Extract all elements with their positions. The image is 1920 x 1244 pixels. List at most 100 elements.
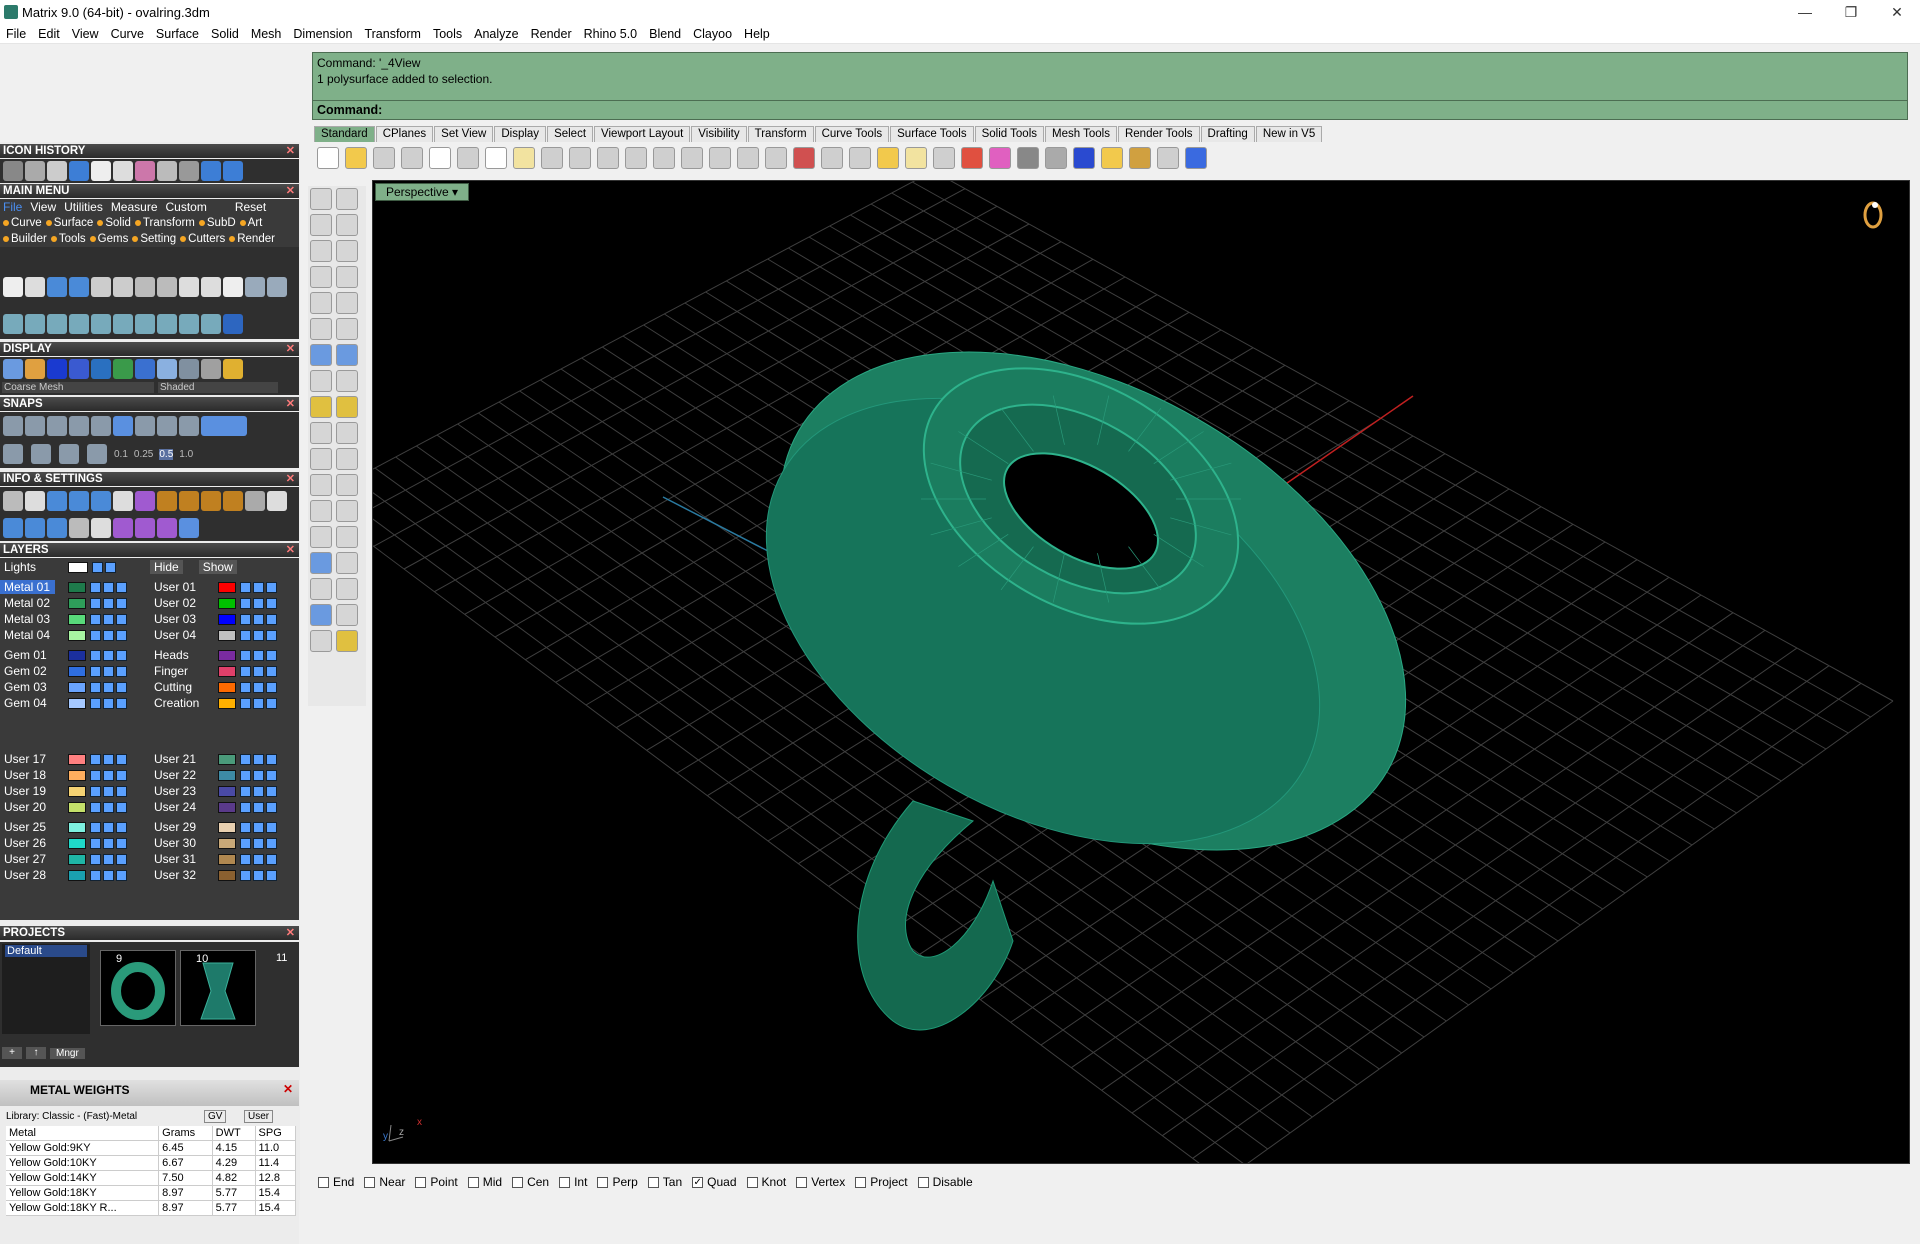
- points-icon[interactable]: [877, 147, 899, 169]
- layer-color-swatch[interactable]: [68, 665, 86, 677]
- project-thumbnail[interactable]: 10: [180, 950, 256, 1026]
- layer-row[interactable]: Gem 03: [0, 680, 127, 694]
- layer-row[interactable]: User 28: [0, 868, 127, 882]
- layer-color-swatch[interactable]: [68, 769, 86, 781]
- osnap-option[interactable]: Cen: [512, 1175, 549, 1189]
- info-icon[interactable]: [91, 490, 111, 511]
- layer-name[interactable]: User 20: [0, 800, 55, 814]
- checkbox[interactable]: [559, 1176, 571, 1188]
- toolbar-tab[interactable]: Select: [547, 126, 594, 142]
- grid-icon[interactable]: [3, 444, 23, 464]
- osnap-option[interactable]: Mid: [467, 1175, 502, 1189]
- layer-color-swatch[interactable]: [68, 649, 86, 661]
- tool-icon[interactable]: [47, 314, 67, 334]
- layer-color-swatch[interactable]: [218, 613, 236, 625]
- copy-icon[interactable]: [485, 147, 507, 169]
- info-icon[interactable]: [47, 490, 67, 511]
- lock-icon[interactable]: [240, 753, 251, 765]
- toolbar-tab[interactable]: Drafting: [1200, 126, 1255, 142]
- tool-icon[interactable]: [245, 277, 265, 297]
- checkbox[interactable]: [415, 1176, 427, 1188]
- info-icon[interactable]: [69, 517, 89, 538]
- history-icon[interactable]: [25, 161, 45, 181]
- info-icon[interactable]: [25, 517, 45, 538]
- gear-icon[interactable]: [1129, 147, 1151, 169]
- render-icon[interactable]: [336, 630, 358, 652]
- tool-icon[interactable]: [3, 314, 23, 334]
- visible-icon[interactable]: [253, 869, 264, 881]
- save-as-icon[interactable]: [113, 277, 133, 297]
- scale-icon[interactable]: [310, 526, 332, 548]
- layer-color-swatch[interactable]: [68, 853, 86, 865]
- visible-icon[interactable]: [103, 821, 114, 833]
- extrude-icon[interactable]: [336, 370, 358, 392]
- main-menu-item[interactable]: Transform: [134, 217, 195, 229]
- snap-icon[interactable]: [91, 416, 111, 436]
- layer-name[interactable]: Gem 04: [0, 696, 55, 710]
- visible-icon[interactable]: [253, 801, 264, 813]
- layer-row[interactable]: User 17: [0, 752, 127, 766]
- snap-toggle-icon[interactable]: [201, 416, 247, 436]
- lock-icon[interactable]: [90, 613, 101, 625]
- snap-icon[interactable]: [113, 416, 133, 436]
- lock-icon[interactable]: [90, 649, 101, 661]
- info-icon[interactable]: [135, 517, 155, 538]
- lock-icon[interactable]: [240, 597, 251, 609]
- visible-icon[interactable]: [103, 613, 114, 625]
- layer-name[interactable]: User 23: [150, 784, 205, 798]
- layer-color-swatch[interactable]: [68, 821, 86, 833]
- info-icon[interactable]: [223, 490, 243, 511]
- import-icon[interactable]: [47, 277, 67, 297]
- lock-icon[interactable]: [90, 681, 101, 693]
- info-icon[interactable]: [135, 490, 155, 511]
- layer-row[interactable]: Metal 03: [0, 612, 127, 626]
- menu-item[interactable]: Tools: [427, 27, 468, 41]
- snap-value[interactable]: 1.0: [179, 449, 193, 460]
- ring-icon[interactable]: [1863, 201, 1883, 229]
- table-row[interactable]: Yellow Gold:10KY 6.67 4.29 11.4: [6, 1155, 297, 1171]
- layer-icon[interactable]: [116, 597, 127, 609]
- layer-row[interactable]: Heads: [150, 648, 277, 662]
- layer-row[interactable]: Metal 04: [0, 628, 127, 642]
- close-icon[interactable]: ✕: [286, 926, 295, 940]
- layer-name[interactable]: User 19: [0, 784, 55, 798]
- layer-name[interactable]: User 25: [0, 820, 55, 834]
- info-icon[interactable]: [113, 517, 133, 538]
- main-menu-item[interactable]: SubD: [198, 217, 236, 229]
- text-icon[interactable]: [310, 500, 332, 522]
- snap-icon[interactable]: [135, 416, 155, 436]
- layer-color-swatch[interactable]: [218, 821, 236, 833]
- tool-icon[interactable]: [113, 314, 133, 334]
- history-icon[interactable]: [47, 161, 67, 181]
- circle-icon[interactable]: [310, 240, 332, 262]
- tool-icon[interactable]: [201, 314, 221, 334]
- color-wheel-icon[interactable]: [989, 147, 1011, 169]
- ellipse-icon[interactable]: [336, 240, 358, 262]
- layer-icon[interactable]: [266, 665, 277, 677]
- visible-icon[interactable]: [103, 697, 114, 709]
- info-icon[interactable]: [91, 517, 111, 538]
- main-menu-item[interactable]: Art: [239, 217, 262, 229]
- visible-icon[interactable]: [103, 629, 114, 641]
- manager-button[interactable]: Mngr: [50, 1047, 85, 1059]
- layer-color-swatch[interactable]: [218, 649, 236, 661]
- main-menu-tab[interactable]: Utilities: [64, 200, 103, 214]
- trim-icon[interactable]: [336, 422, 358, 444]
- viewport-canvas[interactable]: y z x: [373, 181, 1910, 1164]
- layer-row[interactable]: User 23: [150, 784, 277, 798]
- history-icon[interactable]: [157, 161, 177, 181]
- layer-name[interactable]: User 32: [150, 868, 205, 882]
- layer-name[interactable]: User 27: [0, 852, 55, 866]
- osnap-option[interactable]: Knot: [746, 1175, 786, 1189]
- layer-row[interactable]: User 24: [150, 800, 277, 814]
- menu-item[interactable]: Clayoo: [687, 27, 738, 41]
- visible-icon[interactable]: [253, 853, 264, 865]
- close-icon[interactable]: ✕: [286, 342, 295, 356]
- layer-color-swatch[interactable]: [68, 597, 86, 609]
- layer-row[interactable]: Creation: [150, 696, 277, 710]
- layer-name[interactable]: User 18: [0, 768, 55, 782]
- display-icon[interactable]: [113, 358, 133, 379]
- lock-icon[interactable]: [240, 581, 251, 593]
- command-prompt[interactable]: Command:: [313, 101, 1907, 119]
- shaded-sphere-icon[interactable]: [47, 358, 67, 379]
